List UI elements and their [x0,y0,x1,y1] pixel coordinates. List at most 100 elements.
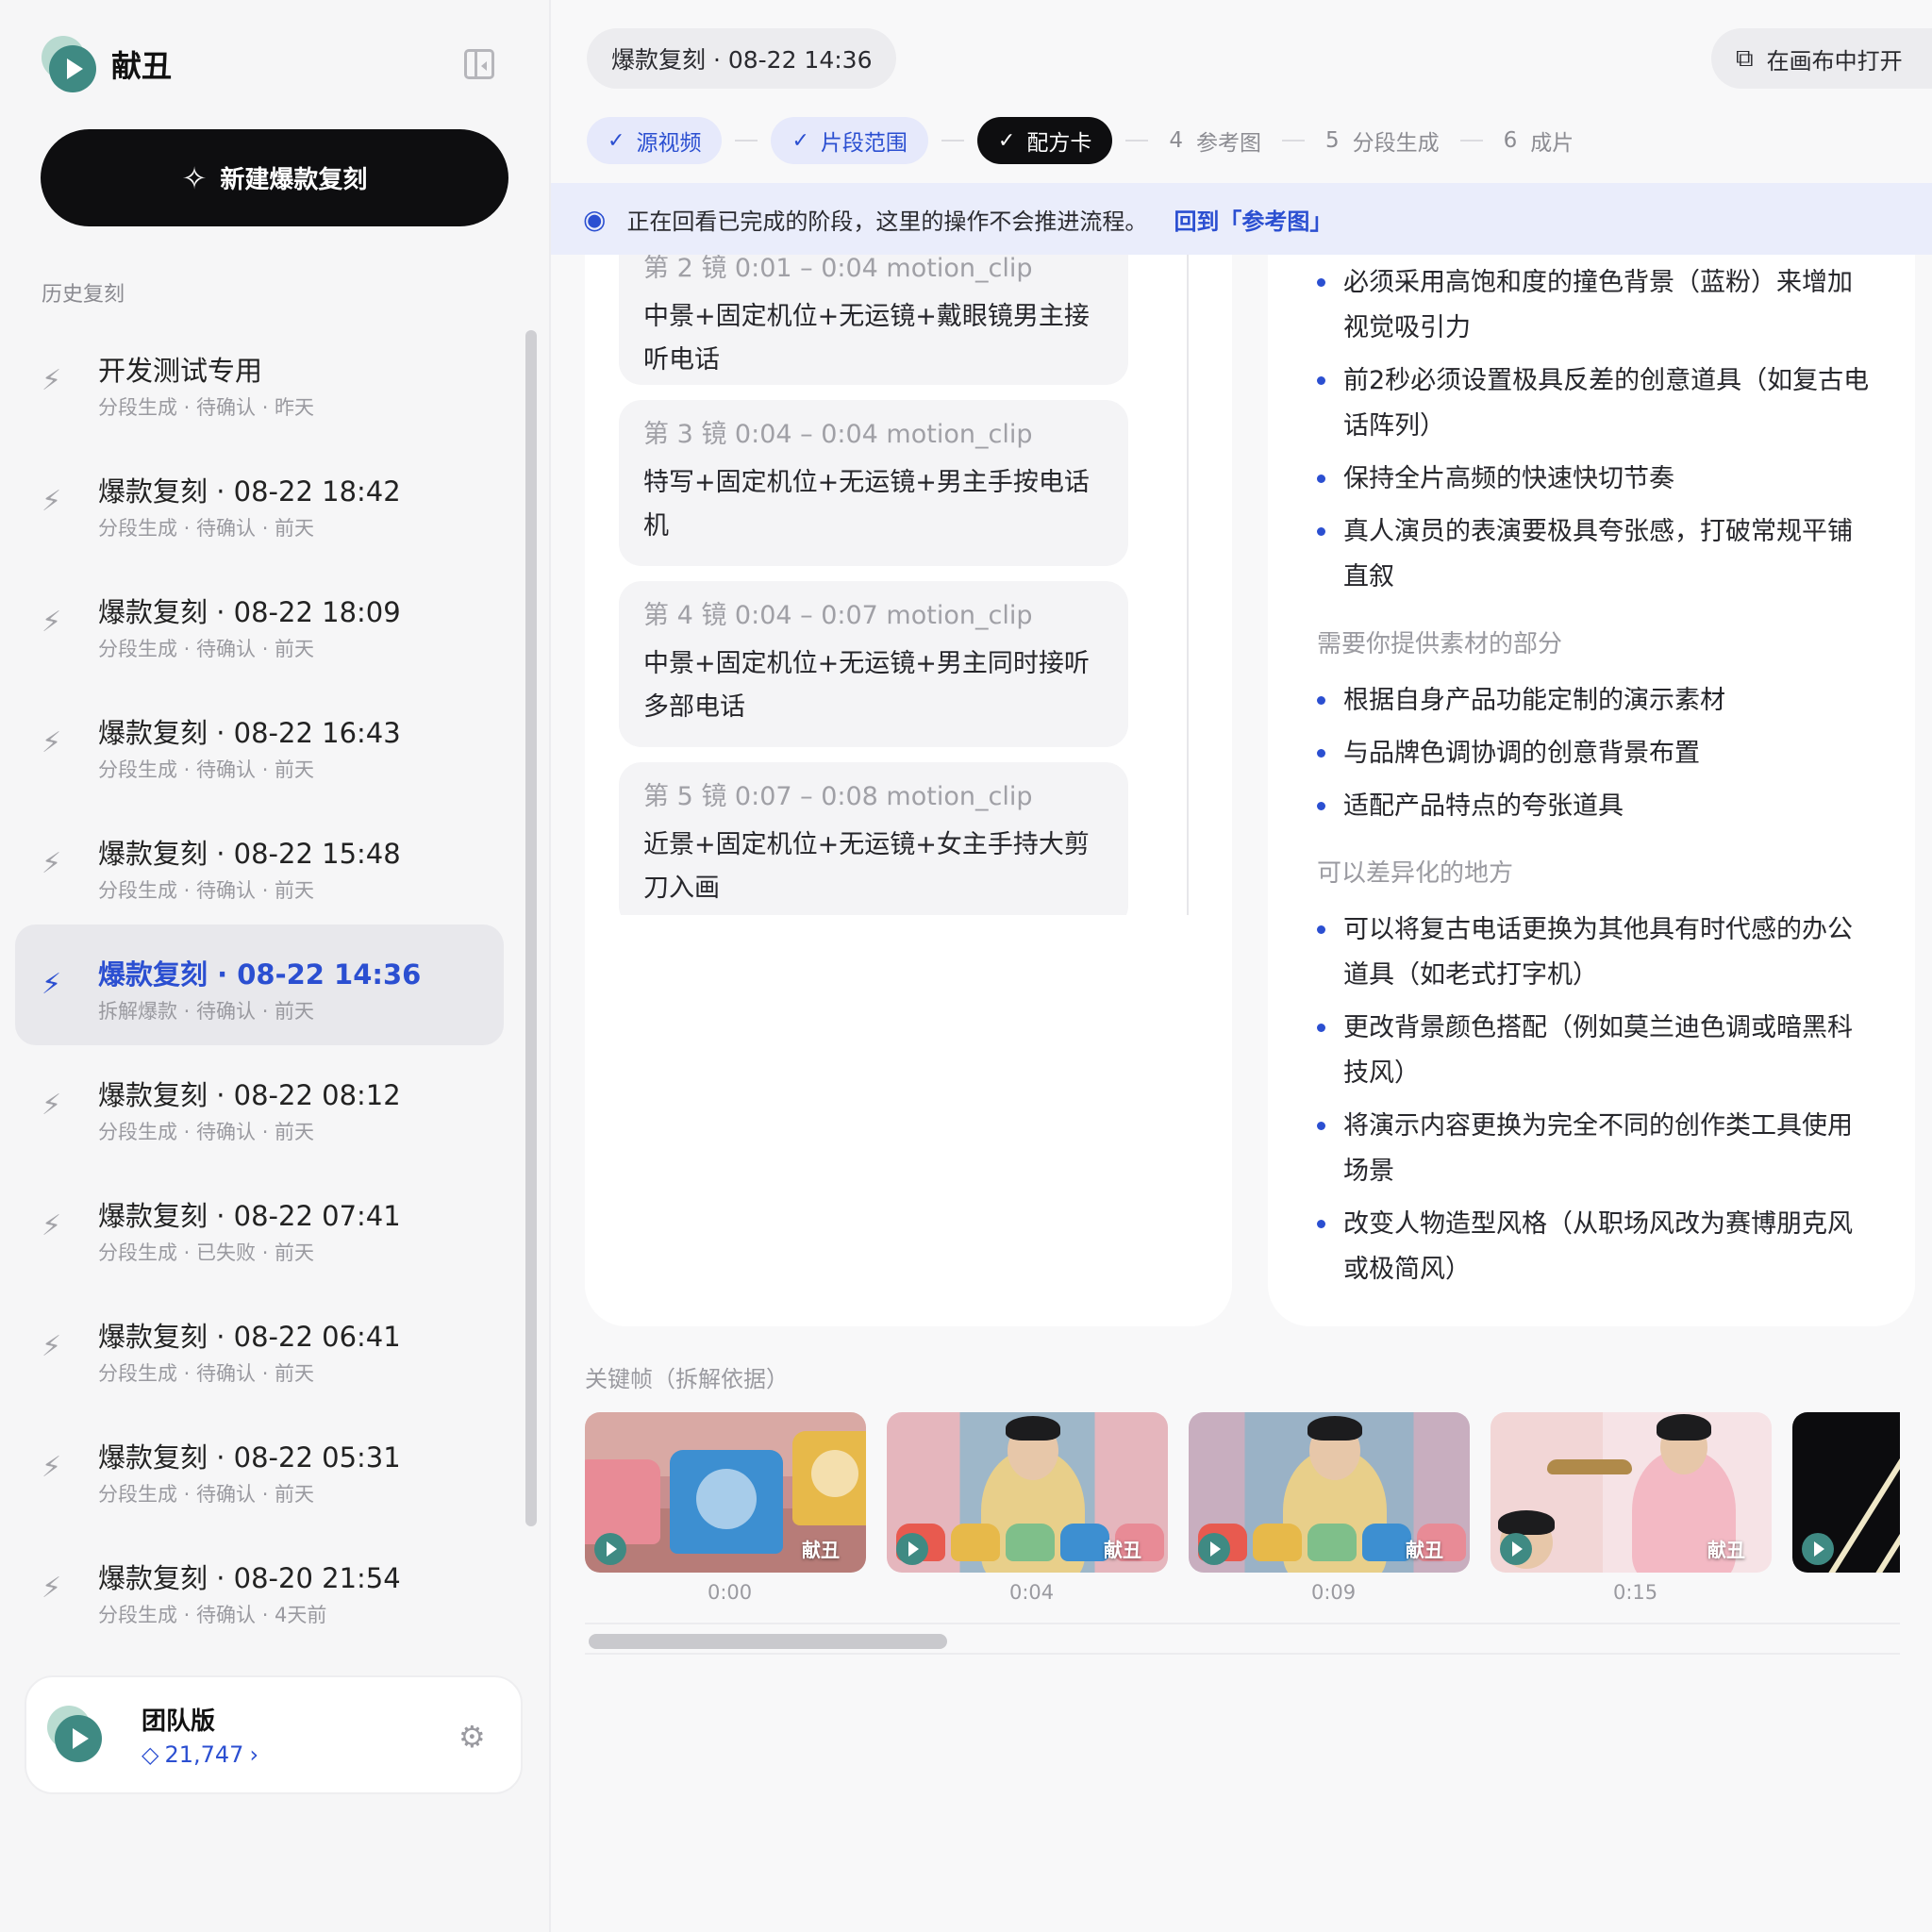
eye-icon: ◉ [583,203,607,235]
history-item-title: 爆款复刻 · 08-20 21:54 [98,1562,401,1594]
keyframe-scroll-thumb[interactable] [589,1634,947,1649]
open-canvas-label: 在画布中打开 [1766,47,1903,75]
shot-description: 近景+固定机位+无运镜+女主手持大剪刀入画 [643,830,1090,903]
step-4[interactable]: 4 参考图 [1161,117,1269,164]
shot-header: 第 4 镜 0:04 – 0:07 motion_clip [643,601,1033,630]
history-item[interactable]: ⚡ 爆款复刻 · 08-22 16:43 分段生成 · 待确认 · 前天 [15,683,504,804]
brand[interactable]: 献丑 [42,36,172,92]
recipe-bullets: 必须采用高饱和度的撞色背景（蓝粉）来增加视觉吸引力 前2秒必须设置极具反差的创意道… [1268,260,1915,600]
check-icon: ✓ [608,128,625,153]
keyframe-thumbnail[interactable]: 献丑 [1189,1412,1470,1573]
credits-value: 21,747 [164,1741,244,1768]
sidebar-scrollbar[interactable] [525,330,537,1526]
app-name: 献丑 [111,48,173,84]
step-5[interactable]: 5 分段生成 [1318,117,1447,164]
recipe-bullet: 保持全片高频的快速快切节奏 [1317,457,1874,502]
recipe-bullet: 适配产品特点的夸张道具 [1317,784,1874,829]
step-separator [1125,140,1149,142]
step-separator [1281,140,1305,142]
history-item-meta: 分段生成 · 待确认 · 前天 [98,638,315,660]
step-6[interactable]: 6 成片 [1496,117,1582,164]
back-to-step-link[interactable]: 回到「参考图」 [1174,203,1332,236]
keyframe-thumbnail[interactable]: 献丑 [585,1412,866,1573]
shot-card[interactable]: 第 4 镜 0:04 – 0:07 motion_clip 中景+固定机位+无运镜… [619,581,1128,747]
shot-header: 第 2 镜 0:01 – 0:04 motion_clip [643,255,1033,283]
recipe-bullet: 前2秒必须设置极具反差的创意道具（如复古电话阵列） [1317,358,1874,449]
team-credits[interactable]: ◇ 21,747 › [142,1741,258,1768]
session-title[interactable]: 爆款复刻 · 08-22 14:36 [587,28,897,89]
team-avatar [47,1706,104,1762]
recipe-card: 必须采用高饱和度的撞色背景（蓝粉）来增加视觉吸引力 前2秒必须设置极具反差的创意道… [1268,255,1915,1326]
keyframe-thumbnail[interactable]: 献丑 [1491,1412,1772,1573]
history-item[interactable]: ⚡ 开发测试专用 分段生成 · 待确认 · 昨天 [15,321,504,441]
history-item[interactable]: ⚡ 爆款复刻 · 08-22 05:31 分段生成 · 待确认 · 前天 [15,1407,504,1528]
step-separator [941,140,964,142]
play-icon[interactable] [1198,1533,1230,1565]
check-icon: ✓ [791,128,809,153]
team-card[interactable]: 团队版 ◇ 21,747 › ⚙ [25,1675,523,1794]
keyframe-time: 0:15 [1613,1581,1658,1604]
section-provide-title: 需要你提供素材的部分 [1317,630,1563,658]
step-label: 分段生成 [1352,131,1440,156]
keyframe-time: 0:00 [708,1581,753,1604]
shot-card[interactable]: 第 2 镜 0:01 – 0:04 motion_clip 中景+固定机位+无运镜… [619,255,1128,385]
step-2[interactable]: ✓ 片段范围 [771,117,928,164]
history-item-meta: 分段生成 · 待确认 · 4天前 [98,1604,327,1626]
magic-wand-icon: ⚡ [42,847,62,880]
sidebar: 献丑 ✧ 新建爆款复刻 历史复刻 ⚡ 开发测试专用 分段生成 · 待确认 · 昨天 ⚡… [0,0,551,1932]
recipe-bullet: 可以将复古电话更换为其他具有时代感的办公道具（如老式打字机） [1317,908,1874,998]
history-item-title: 爆款复刻 · 08-22 08:12 [98,1079,401,1111]
history-item[interactable]: ⚡ 爆款复刻 · 08-20 21:54 分段生成 · 待确认 · 4天前 [15,1528,504,1649]
keyframe-thumbnail[interactable]: 献丑 [887,1412,1168,1573]
history-item[interactable]: ⚡ 爆款复刻 · 08-22 18:42 分段生成 · 待确认 · 前天 [15,441,504,562]
step-separator [1459,140,1483,142]
watermark-label: 献丑 [1406,1539,1443,1561]
history-list: ⚡ 开发测试专用 分段生成 · 待确认 · 昨天 ⚡ 爆款复刻 · 08-22 18:4… [15,321,504,1649]
magic-wand-icon: ⚡ [42,1451,62,1484]
shot-description: 中景+固定机位+无运镜+戴眼镜男主接听电话 [643,302,1090,375]
play-icon[interactable] [896,1533,928,1565]
shot-list: 第 2 镜 0:01 – 0:04 motion_clip 中景+固定机位+无运镜… [619,255,1128,943]
new-replica-button[interactable]: ✧ 新建爆款复刻 [41,129,508,226]
watermark-label: 献丑 [1104,1539,1141,1561]
open-in-canvas-button[interactable]: ⧉ 在画布中打开 [1711,28,1932,89]
history-item-title: 爆款复刻 · 08-22 16:43 [98,717,401,749]
history-item-meta: 分段生成 · 待确认 · 前天 [98,1483,315,1506]
history-item-title: 爆款复刻 · 08-22 18:42 [98,475,401,508]
keyframe-time: 0:04 [1009,1581,1055,1604]
recipe-bullet: 更改背景颜色搭配（例如莫兰迪色调或暗黑科技风） [1317,1006,1874,1096]
step-1[interactable]: ✓ 源视频 [587,117,723,164]
step-number: 5 [1324,128,1340,153]
history-item-meta: 拆解爆款 · 待确认 · 前天 [98,1000,315,1023]
history-item[interactable]: ⚡ 爆款复刻 · 08-22 06:41 分段生成 · 待确认 · 前天 [15,1287,504,1407]
review-notice: ◉ 正在回看已完成的阶段，这里的操作不会推进流程。 回到「参考图」 [551,183,1932,255]
history-item[interactable]: ⚡ 爆款复刻 · 08-22 08:12 分段生成 · 待确认 · 前天 [15,1045,504,1166]
check-icon: ✓ [997,128,1016,153]
keyframe-strip: 献丑 献丑 献丑 献丑 [585,1412,1900,1578]
shot-card[interactable]: 第 5 镜 0:07 – 0:08 motion_clip 近景+固定机位+无运镜… [619,762,1128,928]
notice-text: 正在回看已完成的阶段，这里的操作不会推进流程。 [626,208,1148,235]
play-icon[interactable] [594,1533,626,1565]
shot-description: 中景+固定机位+无运镜+男主同时接听多部电话 [643,649,1090,722]
shot-card[interactable]: 第 3 镜 0:04 – 0:04 motion_clip 特写+固定机位+无运镜… [619,400,1128,566]
step-number: 6 [1503,128,1518,153]
magic-wand-icon: ⚡ [42,364,62,397]
history-item-meta: 分段生成 · 待确认 · 昨天 [98,396,315,419]
main-panel: 爆款复刻 · 08-22 14:36 ⧉ 在画布中打开 ✓ 源视频 ✓ 片段范围 ✓ 配方… [551,0,1932,1932]
history-item[interactable]: ⚡ 爆款复刻 · 08-22 07:41 分段生成 · 已失败 · 前天 [15,1166,504,1287]
collapse-sidebar-icon[interactable] [464,49,494,79]
history-item[interactable]: ⚡ 爆款复刻 · 08-22 14:36 拆解爆款 · 待确认 · 前天 [15,924,504,1045]
step-3[interactable]: ✓ 配方卡 [976,117,1113,164]
recipe-bullet: 将演示内容更换为完全不同的创作类工具使用场景 [1317,1104,1874,1194]
play-icon[interactable] [1500,1533,1532,1565]
app-logo [42,36,98,92]
gear-icon[interactable]: ⚙ [458,1719,486,1755]
shot-header: 第 3 镜 0:04 – 0:04 motion_clip [643,420,1033,449]
recipe-bullet: 改变人物造型风格（从职场风改为赛博朋克风或极简风） [1317,1202,1874,1292]
magic-wand-icon: ⚡ [42,1209,62,1242]
step-label: 片段范围 [820,131,908,156]
history-item[interactable]: ⚡ 爆款复刻 · 08-22 15:48 分段生成 · 待确认 · 前天 [15,804,504,924]
history-item[interactable]: ⚡ 爆款复刻 · 08-22 18:09 分段生成 · 待确认 · 前天 [15,562,504,683]
play-icon[interactable] [1802,1533,1834,1565]
keyframe-thumbnail[interactable] [1792,1412,1900,1573]
